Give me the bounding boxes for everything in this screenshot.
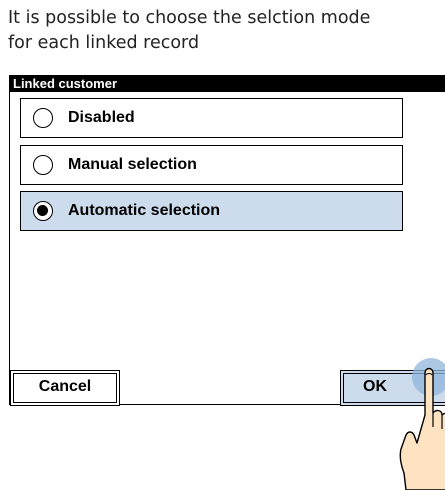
option-label-automatic-selection: Automatic selection [68,202,221,219]
radio-dot-icon [37,205,48,216]
caption-line-1: It is possible to choose the selction mo… [8,8,371,28]
radio-button-icon[interactable] [33,155,53,175]
radio-button-selected-icon[interactable] [33,201,53,221]
caption-line-2: for each linked record [8,33,200,53]
option-automatic-selection[interactable]: Automatic selection [20,191,403,231]
dialog-title: Linked customer [10,76,445,92]
option-label-manual-selection: Manual selection [68,156,197,173]
option-label-disabled: Disabled [68,109,135,126]
cancel-button-frame [13,373,117,403]
option-disabled[interactable]: Disabled [20,98,403,138]
radio-button-icon[interactable] [33,108,53,128]
pointing-hand-icon [399,358,445,490]
option-manual-selection[interactable]: Manual selection [20,145,403,185]
cancel-button[interactable]: Cancel [10,370,120,406]
instruction-caption: It is possible to choose the selction mo… [8,6,445,56]
linked-customer-dialog: Linked customer Disabled Manual selectio… [9,75,445,406]
